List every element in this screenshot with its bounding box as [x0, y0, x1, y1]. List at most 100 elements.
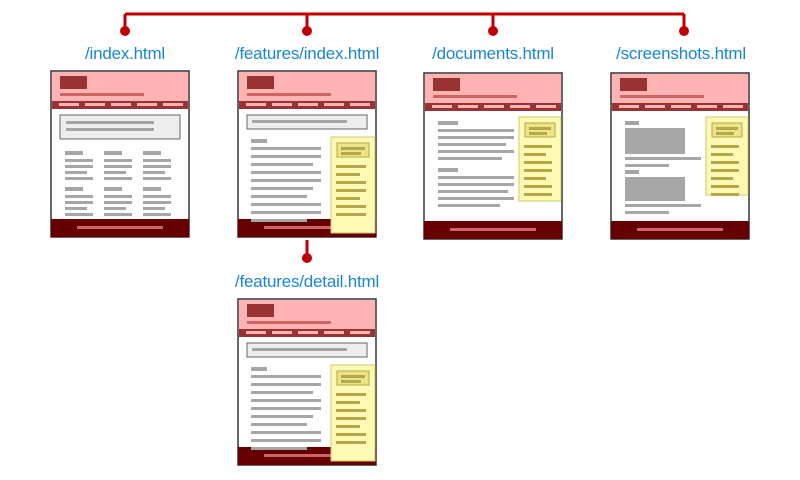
page-thumbnail-features-index — [237, 70, 377, 238]
text-line — [625, 164, 669, 167]
header-tagline — [433, 95, 517, 98]
logo-block — [247, 304, 274, 317]
search-bar-line — [252, 348, 347, 351]
nav-item — [723, 105, 743, 108]
content-heading — [438, 168, 458, 172]
grid-heading — [104, 151, 122, 155]
sidebar-box-line — [529, 132, 547, 135]
sidebar-box-line — [341, 152, 361, 155]
text-line — [251, 171, 321, 174]
text-line — [143, 165, 171, 168]
text-line — [251, 195, 307, 198]
screenshot-image — [625, 128, 685, 154]
sidebar-line — [711, 169, 739, 172]
nav-item — [163, 103, 183, 106]
text-line — [65, 165, 93, 168]
sidebar-box-line — [529, 127, 551, 130]
sidebar-box-line — [341, 380, 361, 383]
text-line — [251, 179, 321, 182]
page-thumbnail-features-detail — [237, 298, 377, 466]
sidebar-line — [524, 193, 552, 196]
sidebar-line — [336, 213, 366, 216]
logo-block — [433, 78, 460, 91]
sidebar-line — [524, 153, 546, 156]
header-tagline — [247, 93, 331, 96]
text-line — [251, 415, 313, 418]
sidebar-line — [524, 161, 552, 164]
text-line — [625, 157, 701, 160]
header-tagline — [247, 321, 331, 324]
nav-item — [510, 105, 530, 108]
hero-box — [59, 114, 181, 140]
text-line — [143, 213, 171, 216]
text-line — [251, 163, 313, 166]
text-line — [625, 204, 701, 207]
text-line — [104, 201, 132, 204]
text-line — [251, 439, 321, 442]
text-line — [438, 183, 514, 186]
text-line — [66, 128, 154, 131]
text-line — [65, 177, 93, 180]
content-heading — [438, 121, 458, 125]
text-line — [251, 423, 307, 426]
text-line — [438, 150, 514, 153]
grid-heading — [65, 187, 83, 191]
nav-item — [111, 103, 131, 106]
text-line — [65, 171, 87, 174]
sidebar-line — [524, 177, 546, 180]
text-line — [104, 171, 126, 174]
sidebar — [518, 116, 562, 202]
text-line — [65, 159, 93, 162]
sidebar — [705, 116, 749, 196]
logo-block — [620, 78, 647, 91]
sidebar-line — [336, 197, 360, 200]
sidebar-line — [336, 433, 366, 436]
text-line — [251, 155, 321, 158]
sidebar-line — [336, 173, 360, 176]
sidebar-line — [711, 193, 739, 196]
page-thumbnail-documents — [423, 72, 563, 240]
text-line — [143, 159, 171, 162]
grid-heading — [143, 187, 161, 191]
sidebar-box-line — [716, 127, 738, 130]
text-line — [65, 201, 93, 204]
text-line — [104, 213, 132, 216]
sidebar-line — [711, 185, 739, 188]
footer-line — [77, 226, 163, 229]
text-line — [438, 143, 506, 146]
nav-item — [350, 103, 370, 106]
text-line — [251, 447, 307, 450]
nav-item — [298, 103, 318, 106]
text-line — [251, 147, 321, 150]
sidebar-line — [336, 409, 366, 412]
text-line — [104, 177, 132, 180]
sidebar-line — [336, 205, 366, 208]
sidebar-box-line — [341, 375, 365, 378]
site-map-diagram: /index.html /features/index.html /docume… — [0, 0, 800, 480]
footer-line — [637, 228, 723, 231]
page-thumbnail-index — [50, 70, 190, 238]
text-line — [251, 431, 321, 434]
logo-block — [60, 76, 87, 89]
text-line — [65, 195, 93, 198]
footer-line — [450, 228, 536, 231]
nav-item — [324, 103, 344, 106]
text-line — [66, 121, 154, 124]
text-line — [143, 201, 171, 204]
header-tagline — [620, 95, 704, 98]
nav-item — [671, 105, 691, 108]
text-line — [65, 207, 87, 210]
grid-heading — [104, 187, 122, 191]
content-heading — [625, 170, 639, 174]
text-line — [143, 207, 165, 210]
text-line — [143, 171, 165, 174]
page-thumbnail-screenshots — [610, 72, 750, 240]
text-line — [438, 197, 514, 200]
logo-block — [247, 76, 274, 89]
sidebar-line — [336, 181, 366, 184]
text-line — [104, 207, 126, 210]
text-line — [104, 195, 132, 198]
text-line — [625, 211, 669, 214]
sidebar-line — [336, 425, 360, 428]
text-line — [438, 157, 502, 160]
